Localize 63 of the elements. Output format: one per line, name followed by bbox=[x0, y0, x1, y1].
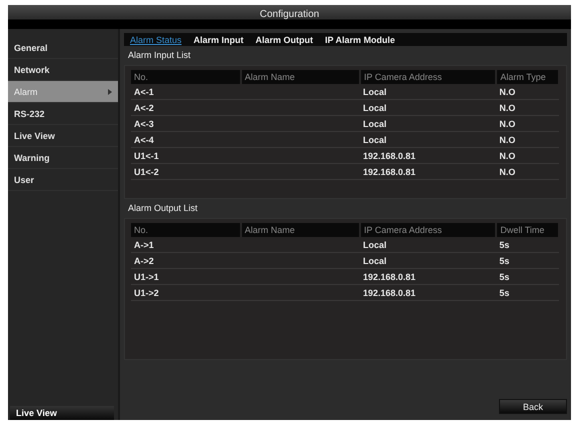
section-title: Alarm Input List bbox=[128, 50, 191, 60]
live-view-button[interactable]: Live View bbox=[10, 406, 114, 420]
table-cell: U1->1 bbox=[134, 272, 159, 282]
back-button[interactable]: Back bbox=[499, 399, 567, 414]
window-title: Configuration bbox=[260, 8, 320, 20]
table-cell: Local bbox=[362, 240, 386, 250]
table-cell: N.O bbox=[499, 150, 516, 160]
sidebar-item[interactable]: RS-232 bbox=[8, 103, 118, 125]
table-cell: Local bbox=[362, 86, 386, 96]
table-cell: 5s bbox=[499, 288, 510, 298]
sidebar-item[interactable]: Warning bbox=[8, 147, 118, 169]
table-cell: 192.168.0.81 bbox=[362, 166, 416, 176]
column-header: No. bbox=[131, 70, 241, 84]
section-title: Alarm Output List bbox=[128, 203, 198, 213]
table-cell: A<-1 bbox=[134, 86, 154, 96]
table-cell: A<-3 bbox=[134, 118, 154, 128]
table-row[interactable]: A<-2 Local N.O bbox=[131, 100, 559, 116]
tab[interactable]: Alarm Input bbox=[194, 34, 244, 44]
column-header: IP Camera Address bbox=[360, 223, 496, 237]
column-header: Alarm Name bbox=[240, 70, 360, 84]
tab[interactable]: Alarm Output bbox=[256, 34, 314, 44]
table-row[interactable]: A<-1 Local N.O bbox=[131, 84, 559, 100]
table-row[interactable]: U1->2 192.168.0.81 5s bbox=[131, 284, 559, 300]
column-header: No. bbox=[131, 223, 241, 237]
arrow-icon bbox=[108, 88, 112, 94]
sidebar-item[interactable]: General bbox=[8, 37, 118, 59]
table-cell: Local bbox=[362, 134, 386, 144]
table-cell: Local bbox=[362, 256, 386, 266]
column-header: Alarm Name bbox=[240, 223, 360, 237]
column-header: Dwell Time bbox=[496, 223, 559, 237]
table-cell: A->2 bbox=[134, 256, 154, 266]
table-cell: 5s bbox=[499, 256, 510, 266]
tab[interactable]: IP Alarm Module bbox=[325, 34, 396, 44]
sidebar-item[interactable]: Live View bbox=[8, 125, 118, 147]
table-cell: U1<-2 bbox=[134, 166, 159, 176]
table-cell: N.O bbox=[499, 86, 516, 96]
table-cell: U1<-1 bbox=[134, 150, 159, 160]
table-cell: 5s bbox=[499, 240, 510, 250]
table-row[interactable]: U1->1 192.168.0.81 5s bbox=[131, 268, 559, 284]
table-cell: N.O bbox=[499, 134, 516, 144]
tab[interactable]: Alarm Status bbox=[130, 34, 182, 44]
column-header: Alarm Type bbox=[496, 70, 559, 84]
table-row[interactable]: A<-4 Local N.O bbox=[131, 132, 559, 148]
table-cell: Local bbox=[362, 118, 386, 128]
table-cell: N.O bbox=[499, 118, 516, 128]
table-row[interactable]: A->1 Local 5s bbox=[131, 237, 559, 252]
table-cell: Local bbox=[362, 102, 386, 112]
table-cell: 192.168.0.81 bbox=[362, 272, 416, 282]
table-cell: U1->2 bbox=[134, 288, 159, 298]
table-row[interactable]: A<-3 Local N.O bbox=[131, 116, 559, 132]
table-cell: 5s bbox=[499, 272, 510, 282]
table-cell: 192.168.0.81 bbox=[362, 288, 416, 298]
sidebar-item[interactable]: User bbox=[8, 169, 118, 191]
table-row[interactable]: U1<-2 192.168.0.81 N.O bbox=[131, 164, 559, 180]
table-row[interactable]: A->2 Local 5s bbox=[131, 252, 559, 268]
table-cell: A<-4 bbox=[134, 134, 154, 144]
table-cell: N.O bbox=[499, 102, 516, 112]
table-cell: A->1 bbox=[134, 240, 154, 250]
table-row[interactable]: U1<-1 192.168.0.81 N.O bbox=[131, 148, 559, 164]
table-cell: 192.168.0.81 bbox=[362, 150, 416, 160]
column-header: IP Camera Address bbox=[360, 70, 496, 84]
table-cell: N.O bbox=[499, 166, 516, 176]
table-cell: A<-2 bbox=[134, 102, 154, 112]
